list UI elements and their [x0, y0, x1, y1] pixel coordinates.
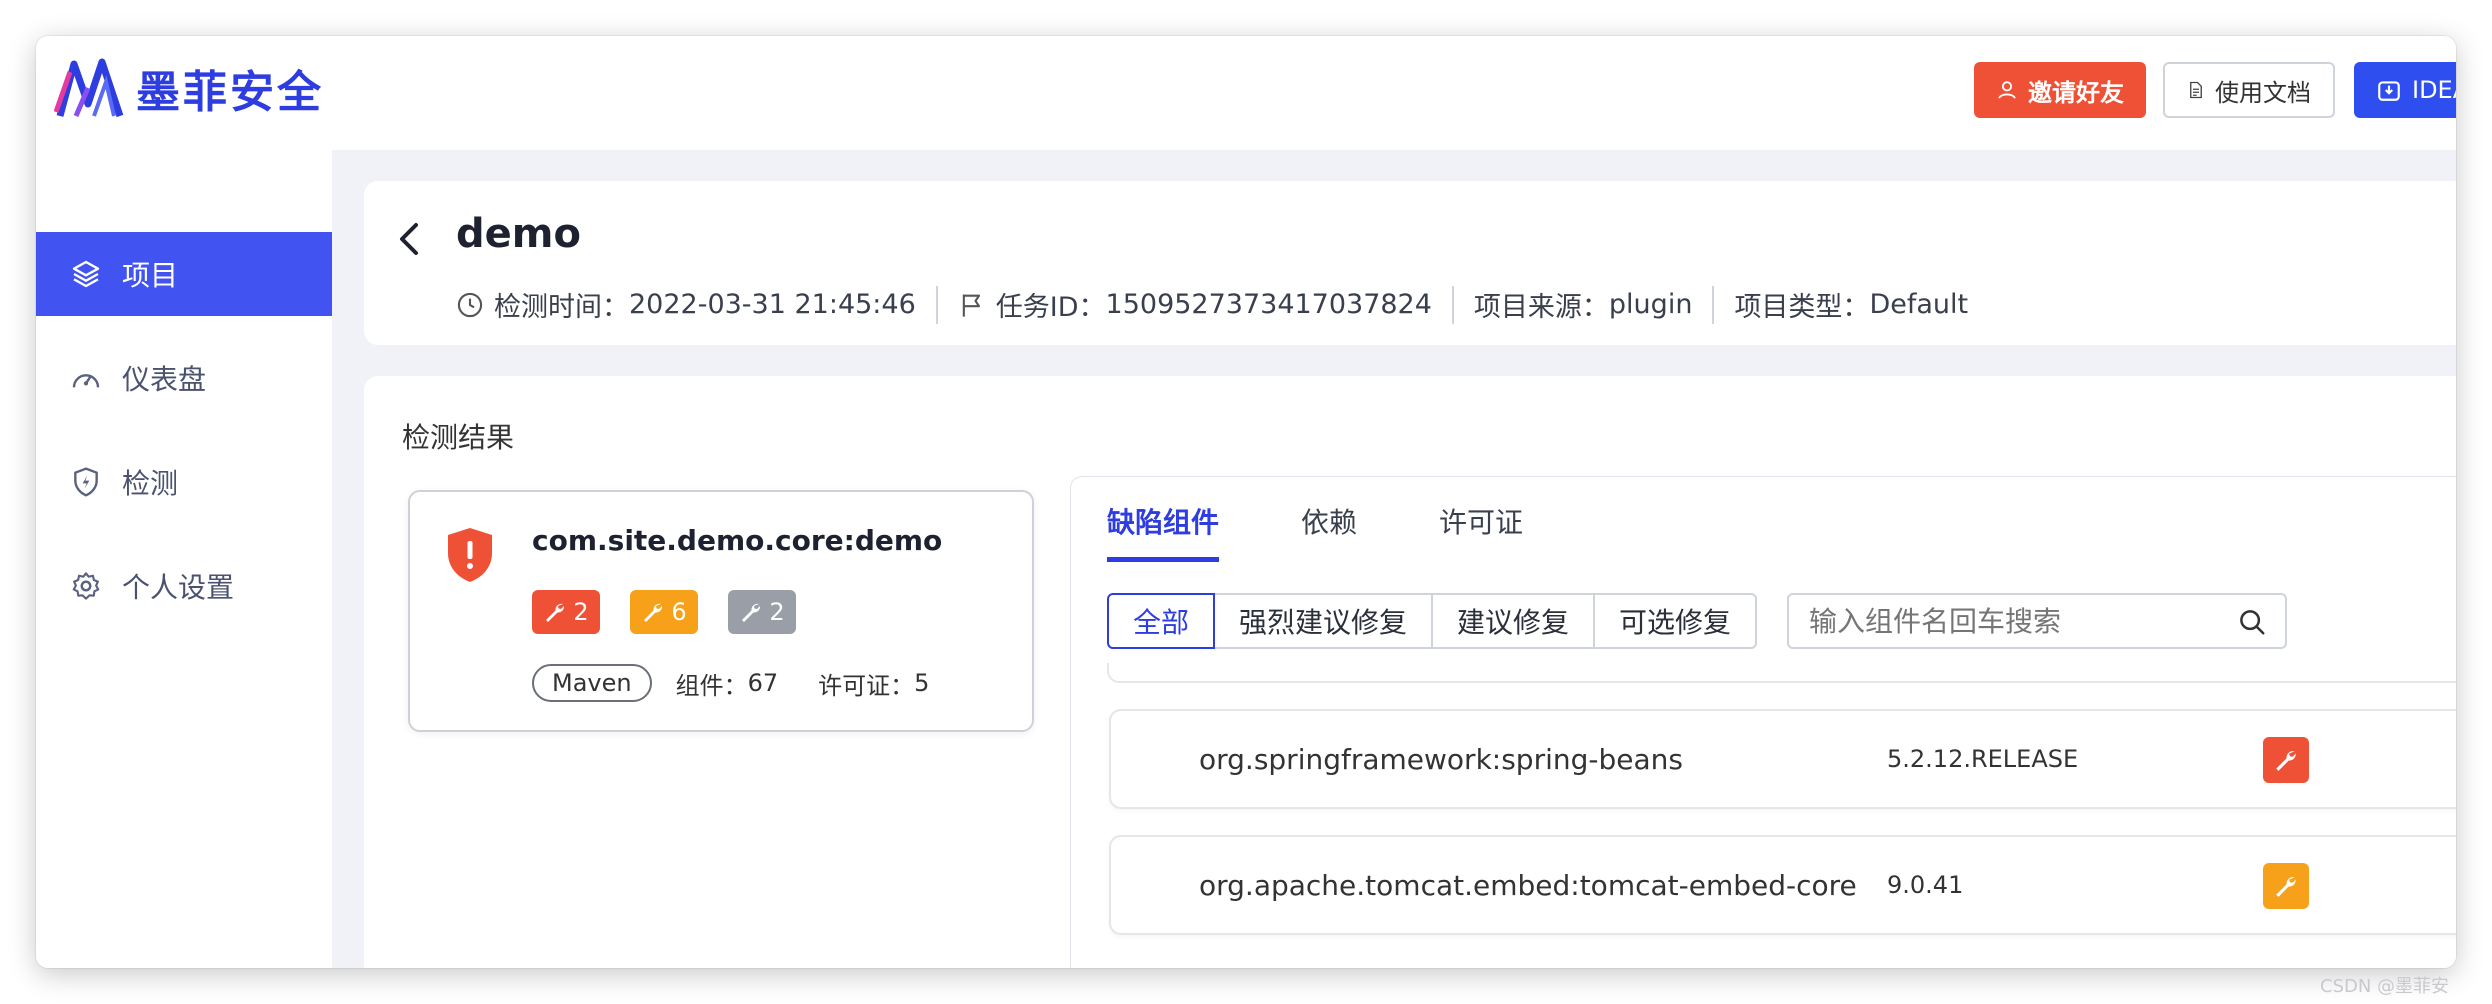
- project-meta: 检测时间： 2022-03-31 21:45:46 任务ID： 15095273…: [456, 285, 1968, 324]
- app-window: 墨菲安全 邀请好友 使用文档 IDEA: [36, 36, 2456, 968]
- component-search: [1787, 593, 2287, 649]
- dependency-version: 5.2.12.RELEASE: [1887, 745, 2079, 773]
- license-label: 许可证：: [818, 671, 915, 700]
- components-count: 67: [747, 669, 779, 697]
- sidebar-item-label: 项目: [122, 259, 179, 292]
- page-title: demo: [456, 211, 581, 257]
- wrench-icon: [2276, 877, 2296, 897]
- logo[interactable]: 墨菲安全: [54, 54, 324, 122]
- optional-fix-badge: 2: [728, 590, 796, 634]
- layers-icon: [72, 260, 100, 288]
- wrench-icon: [2276, 751, 2296, 771]
- task-id-label: 任务ID：: [995, 292, 1106, 323]
- project-info-card: demo 检测时间： 2022-03-31 21:45:46 任务ID： 150…: [364, 181, 2456, 345]
- user-icon: [1998, 81, 2016, 99]
- document-icon: [2190, 81, 2202, 99]
- dependency-version: 9.0.41: [1887, 871, 1964, 899]
- tab-licenses[interactable]: 许可证: [1439, 501, 1523, 562]
- badge-count: 2: [769, 598, 785, 626]
- component-summary-card[interactable]: com.site.demo.core:demo 2 6 2 Maven 组件：: [408, 490, 1034, 732]
- filter-all[interactable]: 全部: [1107, 593, 1216, 649]
- project-source-label: 项目来源：: [1473, 292, 1609, 323]
- download-box-icon: [2378, 81, 2400, 101]
- docs-button[interactable]: 使用文档: [2163, 62, 2335, 118]
- task-id-value: 1509527373417037824: [1105, 289, 1432, 320]
- suggested-fix-badge: 6: [630, 590, 698, 634]
- wrench-icon: [742, 603, 761, 622]
- filter-optional[interactable]: 可选修复: [1593, 593, 1758, 649]
- top-header: 墨菲安全 邀请好友 使用文档 IDEA: [36, 36, 2456, 150]
- wrench-icon: [644, 603, 663, 622]
- docs-label: 使用文档: [2215, 78, 2311, 107]
- sidebar-item-label: 仪表盘: [122, 363, 207, 396]
- project-type-value: Default: [1869, 289, 1969, 320]
- severity-wrench-badge: [2263, 737, 2309, 783]
- gear-icon: [72, 572, 100, 600]
- idea-label: IDEA: [2412, 76, 2456, 104]
- sidebar-item-label: 检测: [122, 467, 179, 500]
- divider: [1451, 285, 1454, 324]
- license-count: 5: [914, 669, 930, 697]
- invite-friends-label: 邀请好友: [2028, 78, 2124, 107]
- table-row[interactable]: org.springframework:spring-beans 5.2.12.…: [1109, 709, 2456, 809]
- invite-friends-button[interactable]: 邀请好友: [1974, 62, 2146, 118]
- project-type-label: 项目类型：: [1734, 292, 1870, 323]
- component-meta: Maven 组件： 67 许可证： 5: [532, 664, 929, 702]
- dependency-name: org.springframework:spring-beans: [1199, 743, 1683, 776]
- back-arrow-icon[interactable]: [394, 219, 428, 259]
- component-name: com.site.demo.core:demo: [532, 524, 943, 557]
- search-icon[interactable]: [2237, 607, 2267, 637]
- clock-icon: [457, 292, 483, 317]
- scan-time-value: 2022-03-31 21:45:46: [629, 289, 916, 320]
- critical-fix-badge: 2: [532, 590, 600, 634]
- shield-bolt-icon: [74, 467, 98, 497]
- idea-plugin-button[interactable]: IDEA: [2354, 62, 2456, 118]
- package-type-pill: Maven: [532, 664, 652, 702]
- sidebar-item-label: 个人设置: [122, 571, 235, 604]
- divider: [1712, 285, 1715, 324]
- dependency-name: org.apache.tomcat.embed:tomcat-embed-cor…: [1199, 869, 1857, 902]
- gauge-icon: [72, 374, 100, 388]
- badge-count: 6: [671, 598, 687, 626]
- shield-alert-icon: [448, 528, 492, 582]
- filter-recommended[interactable]: 建议修复: [1431, 593, 1596, 649]
- sidebar-item-dashboard[interactable]: 仪表盘: [36, 336, 332, 420]
- watermark: CSDN @墨菲安: [2320, 976, 2450, 997]
- sidebar: 项目 仪表盘 检测 个人设置: [36, 150, 332, 968]
- badge-count: 2: [573, 598, 589, 626]
- search-input[interactable]: [1809, 604, 2209, 638]
- results-tabs: 缺陷组件 依赖 许可证: [1107, 501, 1605, 562]
- sidebar-item-scan[interactable]: 检测: [36, 440, 332, 524]
- filter-strongly-recommended[interactable]: 强烈建议修复: [1213, 593, 1434, 649]
- severity-wrench-badge: [2263, 863, 2309, 909]
- murphy-logo-icon: [54, 58, 124, 118]
- section-title: 检测结果: [402, 421, 515, 454]
- table-row[interactable]: org.apache.tomcat.embed:tomcat-embed-cor…: [1109, 835, 2456, 935]
- scan-time-label: 检测时间：: [494, 292, 629, 323]
- project-source-value: plugin: [1608, 289, 1693, 320]
- scan-results-section: 检测结果 com.site.demo.core:demo 2 6 2 Maven…: [364, 376, 2456, 968]
- list-item-partial: [1107, 663, 2456, 683]
- components-label: 组件：: [675, 671, 748, 700]
- divider: [935, 285, 938, 324]
- tab-dependencies[interactable]: 依赖: [1301, 501, 1357, 562]
- severity-badges: 2 6 2: [532, 590, 826, 634]
- tab-vulnerable-components[interactable]: 缺陷组件: [1107, 501, 1220, 562]
- severity-filter-group: 全部 强烈建议修复 建议修复 可选修复: [1107, 593, 1758, 649]
- sidebar-item-settings[interactable]: 个人设置: [36, 544, 332, 628]
- wrench-icon: [546, 603, 565, 622]
- results-panel: 缺陷组件 依赖 许可证 全部 强烈建议修复 建议修复 可选修复 org.spri…: [1070, 476, 2456, 968]
- brand-name: 墨菲安全: [136, 67, 324, 118]
- sidebar-item-projects[interactable]: 项目: [36, 232, 332, 316]
- flag-icon: [962, 294, 980, 317]
